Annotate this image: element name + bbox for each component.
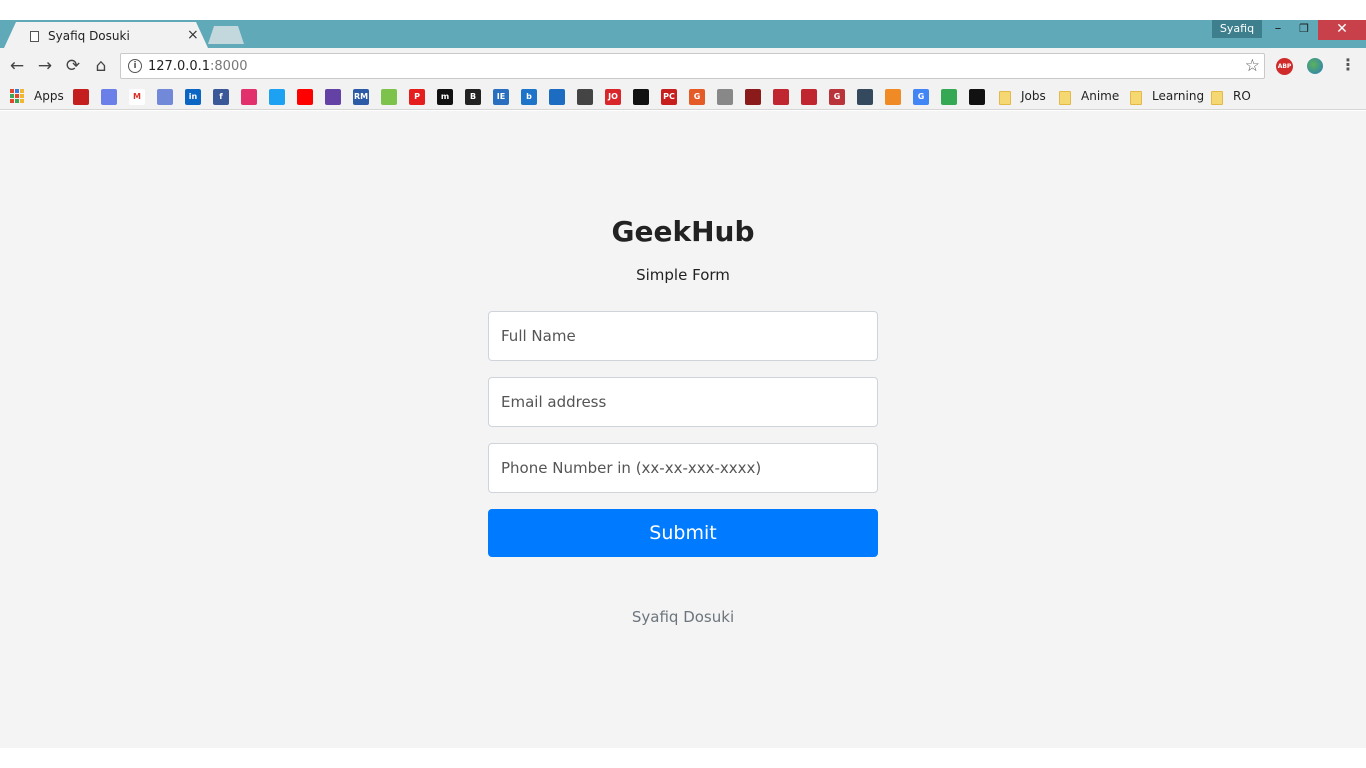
ie-blue-favicon-icon[interactable]: IE: [493, 89, 509, 105]
page-icon: [30, 31, 39, 42]
gmail-favicon-icon[interactable]: M: [129, 89, 145, 105]
twitch-favicon-icon[interactable]: [325, 89, 341, 105]
apps-label[interactable]: Apps: [34, 89, 64, 103]
rm-favicon-icon[interactable]: RM: [353, 89, 369, 105]
translate-favicon-icon[interactable]: G: [913, 89, 929, 105]
bookmark-1-favicon-icon[interactable]: [73, 89, 89, 105]
browser-toolbar: ← → ⟳ ⌂ i 127.0.0.1:8000 ☆ ABP ⋮: [0, 48, 1366, 85]
globe-extension-icon[interactable]: [1307, 58, 1323, 74]
home-icon[interactable]: ⌂: [90, 55, 112, 77]
back-arrow-icon[interactable]: ←: [6, 55, 28, 77]
twitter-favicon-icon[interactable]: [269, 89, 285, 105]
folder-icon: [999, 91, 1011, 105]
submit-button[interactable]: Submit: [488, 509, 878, 557]
minimize-button[interactable]: –: [1265, 20, 1291, 40]
email-input[interactable]: [488, 377, 878, 427]
close-window-button[interactable]: ✕: [1318, 20, 1366, 40]
spider-red-favicon-icon[interactable]: [745, 89, 761, 105]
drive-favicon-icon[interactable]: [941, 89, 957, 105]
maximize-button[interactable]: ❐: [1291, 20, 1317, 40]
url-port: :8000: [210, 59, 248, 74]
bookmarks-bar: Apps Min f RM Pm B IE b JO PC G G G Jobs Anime Learnin…: [0, 85, 1366, 110]
adblock-extension-icon[interactable]: ABP: [1276, 58, 1293, 75]
folder-icon: [1130, 91, 1142, 105]
mail-favicon-icon[interactable]: [101, 89, 117, 105]
diamond-grey-favicon-icon[interactable]: [717, 89, 733, 105]
full-name-input[interactable]: [488, 311, 878, 361]
reload-icon[interactable]: ⟳: [62, 55, 84, 77]
browser-menu-icon[interactable]: ⋮: [1340, 55, 1356, 74]
tab-active[interactable]: Syafiq Dosuki ×: [4, 22, 208, 48]
m-black-favicon-icon[interactable]: m: [437, 89, 453, 105]
pc-red-favicon-icon[interactable]: PC: [661, 89, 677, 105]
github-favicon-icon[interactable]: [969, 89, 985, 105]
tab-close-icon[interactable]: ×: [187, 27, 199, 43]
chat-grey-favicon-icon[interactable]: [577, 89, 593, 105]
info-icon[interactable]: i: [128, 59, 142, 73]
g-red-favicon-icon[interactable]: G: [829, 89, 845, 105]
browser-titlebar: Syafiq Dosuki × Syafiq – ❐ ✕: [0, 20, 1366, 48]
folder-label: Jobs: [1021, 89, 1046, 103]
discord-favicon-icon[interactable]: [157, 89, 173, 105]
folder-label: RO: [1233, 89, 1251, 103]
page-content: GeekHub Simple Form Submit Syafiq Dosuki: [0, 111, 1366, 748]
folder-icon: [1059, 91, 1071, 105]
phone-input[interactable]: [488, 443, 878, 493]
profile-button[interactable]: Syafiq: [1212, 20, 1262, 38]
ball-black-favicon-icon[interactable]: [633, 89, 649, 105]
forward-arrow-icon[interactable]: →: [34, 55, 56, 77]
url-text: 127.0.0.1:8000: [148, 59, 248, 74]
wave-blue-favicon-icon[interactable]: [549, 89, 565, 105]
url-host: 127.0.0.1: [148, 59, 211, 74]
b-black-favicon-icon[interactable]: B: [465, 89, 481, 105]
facebook-favicon-icon[interactable]: f: [213, 89, 229, 105]
g-orange-favicon-icon[interactable]: G: [689, 89, 705, 105]
b-blue-favicon-icon[interactable]: b: [521, 89, 537, 105]
youtube-favicon-icon[interactable]: [297, 89, 313, 105]
page-title: GeekHub: [611, 215, 755, 248]
p-red-favicon-icon[interactable]: P: [409, 89, 425, 105]
new-tab-button[interactable]: [208, 26, 244, 44]
apps-grid-icon[interactable]: [10, 89, 24, 103]
jo-red-favicon-icon[interactable]: JO: [605, 89, 621, 105]
instagram-favicon-icon[interactable]: [241, 89, 257, 105]
folder-label: Learning: [1152, 89, 1205, 103]
address-bar[interactable]: i 127.0.0.1:8000 ☆: [120, 53, 1265, 79]
page-subtitle: Simple Form: [636, 266, 730, 284]
footer-author: Syafiq Dosuki: [631, 608, 735, 626]
gamepad-1-favicon-icon[interactable]: [773, 89, 789, 105]
orange-grid-favicon-icon[interactable]: [885, 89, 901, 105]
cluster-dark-favicon-icon[interactable]: [857, 89, 873, 105]
green-bug-favicon-icon[interactable]: [381, 89, 397, 105]
linkedin-favicon-icon[interactable]: in: [185, 89, 201, 105]
folder-label: Anime: [1081, 89, 1120, 103]
folder-icon: [1211, 91, 1223, 105]
bottom-strip: [0, 748, 1366, 768]
gamepad-2-favicon-icon[interactable]: [801, 89, 817, 105]
bookmark-star-icon[interactable]: ☆: [1245, 56, 1260, 76]
tab-title: Syafiq Dosuki: [48, 29, 130, 43]
